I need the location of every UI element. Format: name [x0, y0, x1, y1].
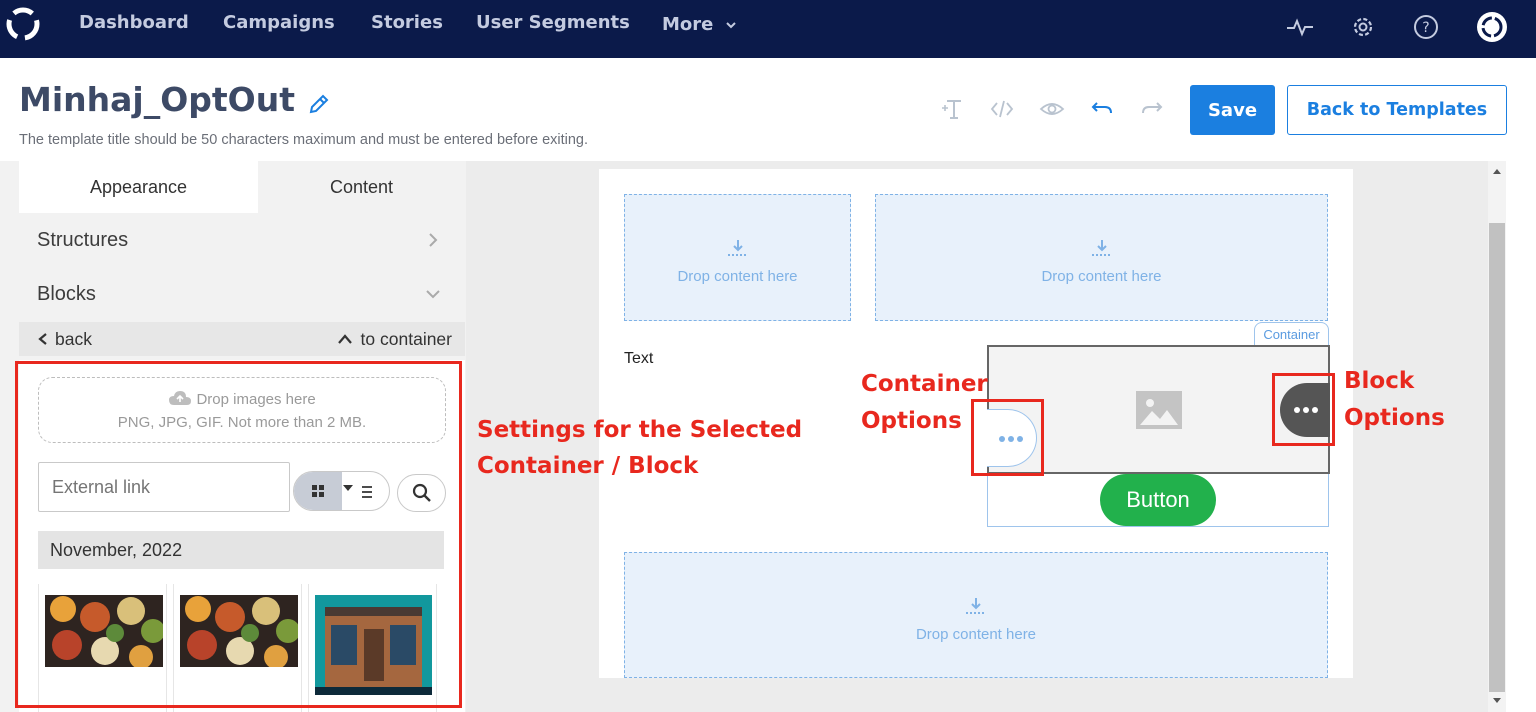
chevron-up-icon: [337, 334, 352, 344]
code-icon[interactable]: [989, 96, 1015, 122]
annotation-settings-line1: Settings for the Selected: [477, 417, 803, 443]
section-blocks[interactable]: Blocks: [19, 268, 465, 320]
to-container-link[interactable]: to container: [337, 329, 452, 350]
back-to-templates-button[interactable]: Back to Templates: [1287, 85, 1507, 135]
drop-zone[interactable]: Drop content here: [875, 194, 1328, 321]
container-options-highlight: [971, 399, 1044, 476]
annotation-settings-line2: Container / Block: [477, 453, 699, 479]
section-structures[interactable]: Structures: [19, 214, 465, 266]
container-tag[interactable]: Container: [1254, 322, 1329, 346]
back-link-label: back: [55, 329, 92, 349]
title-hint-text: The template title should be 50 characte…: [19, 132, 589, 148]
preview-eye-icon[interactable]: [1039, 96, 1065, 122]
drop-zone[interactable]: Drop content here: [624, 552, 1328, 678]
text-block[interactable]: Text: [624, 350, 653, 368]
redo-icon[interactable]: [1139, 96, 1165, 122]
scroll-up-arrow-icon[interactable]: [1490, 165, 1504, 179]
nav-dashboard[interactable]: Dashboard: [79, 12, 189, 33]
chevron-left-icon: [38, 333, 47, 345]
button-block[interactable]: Button: [1100, 474, 1216, 526]
right-margin: [1506, 161, 1536, 712]
drop-download-icon: [966, 598, 986, 614]
chevron-down-icon: [725, 22, 736, 29]
settings-highlight-box: [15, 361, 462, 708]
app-logo-icon[interactable]: [5, 6, 41, 42]
drop-zone-text: Drop content here: [677, 268, 798, 285]
block-options-highlight: [1272, 373, 1335, 446]
chevron-right-icon: [429, 233, 438, 247]
nav-user-segments[interactable]: User Segments: [476, 12, 630, 33]
undo-icon[interactable]: [1089, 96, 1115, 122]
image-placeholder-icon: [1136, 391, 1182, 429]
drop-download-icon: [727, 240, 748, 256]
pencil-icon[interactable]: [306, 91, 332, 117]
drop-zone-text: Drop content here: [1041, 268, 1162, 285]
section-blocks-label: Blocks: [37, 282, 96, 305]
help-icon[interactable]: ?: [1411, 12, 1441, 42]
to-container-label: to container: [360, 329, 452, 349]
activity-icon[interactable]: [1285, 12, 1315, 42]
annotation-block-line2: Options: [1344, 405, 1445, 431]
drop-zone-text: Drop content here: [915, 626, 1037, 643]
section-structures-label: Structures: [37, 228, 129, 251]
back-link[interactable]: back: [37, 329, 92, 350]
gear-icon[interactable]: [1348, 12, 1378, 42]
annotation-container-line2: Options: [861, 408, 962, 434]
nav-more-label: More: [662, 14, 714, 35]
add-text-icon[interactable]: [939, 96, 965, 122]
chevron-down-icon: [426, 290, 440, 299]
drop-download-icon: [1091, 240, 1112, 256]
nav-more[interactable]: More: [662, 14, 738, 35]
nav-stories[interactable]: Stories: [371, 12, 443, 33]
nav-campaigns[interactable]: Campaigns: [223, 12, 335, 33]
top-navigation-bar: Dashboard Campaigns Stories User Segment…: [0, 0, 1536, 58]
svg-text:?: ?: [1422, 20, 1429, 36]
tab-appearance[interactable]: Appearance: [19, 161, 258, 213]
save-button[interactable]: Save: [1190, 85, 1275, 135]
scrollbar-thumb[interactable]: [1489, 223, 1505, 692]
template-title[interactable]: Minhaj_OptOut: [19, 80, 295, 119]
annotation-block-line1: Block: [1344, 368, 1415, 394]
annotation-container-line1: Container: [861, 371, 988, 397]
drop-zone[interactable]: Drop content here: [624, 194, 851, 321]
scroll-down-arrow-icon[interactable]: [1490, 693, 1504, 707]
profile-icon[interactable]: [1475, 10, 1509, 44]
back-navigation-bar: back to container: [19, 322, 465, 356]
tab-content[interactable]: Content: [258, 161, 465, 213]
